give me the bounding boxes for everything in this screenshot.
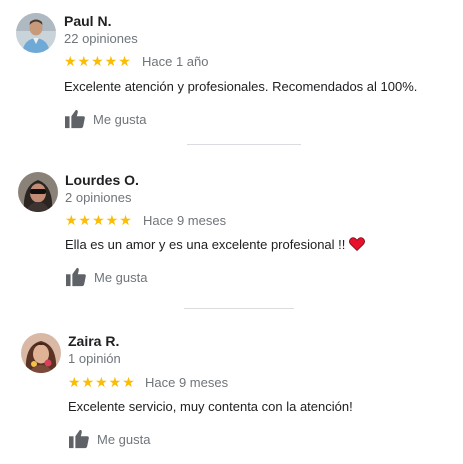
review-text: Excelente servicio, muy contenta con la …: [68, 399, 353, 414]
review-time: Hace 9 meses: [143, 213, 227, 228]
reviewer-avatar[interactable]: [18, 172, 58, 212]
like-label: Me gusta: [94, 269, 148, 285]
review-count: 2 opiniones: [65, 190, 132, 205]
reviewer-name[interactable]: Paul N.: [64, 13, 111, 29]
review-divider: [187, 144, 301, 145]
star-rating: ★★★★★: [64, 53, 132, 69]
review-time: Hace 9 meses: [145, 375, 229, 390]
like-label: Me gusta: [97, 431, 151, 447]
review-count: 1 opinión: [68, 351, 121, 366]
review-count: 22 opiniones: [64, 31, 138, 46]
like-button[interactable]: Me gusta: [64, 109, 146, 129]
review-text: Ella es un amor y es una excelente profe…: [65, 237, 366, 255]
star-rating: ★★★★★: [68, 374, 136, 390]
heart-icon: [349, 237, 366, 255]
reviewer-name[interactable]: Zaira R.: [68, 333, 119, 349]
reviewer-avatar[interactable]: [16, 13, 56, 53]
thumbs-up-icon: [65, 267, 87, 287]
like-button[interactable]: Me gusta: [68, 429, 150, 449]
thumbs-up-icon: [68, 429, 90, 449]
review-text-content: Ella es un amor y es una excelente profe…: [65, 237, 346, 252]
review-time: Hace 1 año: [142, 54, 209, 69]
like-label: Me gusta: [93, 111, 147, 127]
review-text: Excelente atención y profesionales. Reco…: [64, 79, 418, 94]
star-rating: ★★★★★: [65, 212, 133, 228]
reviewer-name[interactable]: Lourdes O.: [65, 172, 139, 188]
reviewer-avatar[interactable]: [21, 333, 61, 373]
review-divider: [184, 308, 294, 309]
like-button[interactable]: Me gusta: [65, 267, 147, 287]
thumbs-up-icon: [64, 109, 86, 129]
